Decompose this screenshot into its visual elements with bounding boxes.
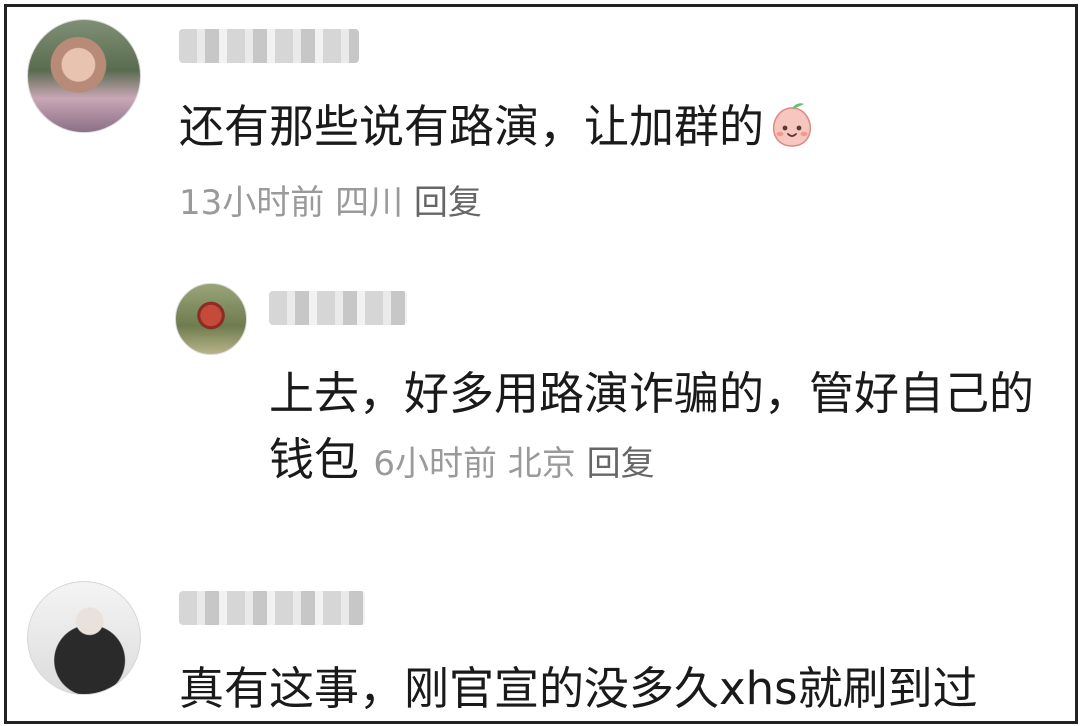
comment-time: 6小时前	[373, 444, 497, 484]
blurred-username	[179, 591, 365, 625]
reply-comment-text: 上去，好多用路演诈骗的，管好自己的钱包 6小时前 北京 回复	[269, 361, 1069, 497]
blurred-username	[269, 291, 407, 325]
comment-text-content: 还有那些说有路演，让加群的	[179, 100, 765, 153]
avatar[interactable]	[27, 581, 141, 695]
comment-screenshot-frame: 还有那些说有路演，让加群的 13小时前 四川 回复 上去，好多用路演诈骗的，管好…	[4, 4, 1078, 724]
comment-meta: 13小时前 四川 回复	[179, 183, 482, 223]
peach-smile-emoji-icon	[772, 103, 812, 147]
comment-location: 四川	[335, 183, 404, 223]
reply-button[interactable]: 回复	[414, 183, 482, 223]
comment-text: 还有那些说有路演，让加群的	[179, 97, 816, 157]
avatar[interactable]	[27, 19, 141, 133]
comment-location: 北京	[507, 444, 576, 484]
avatar[interactable]	[175, 283, 247, 355]
blurred-username	[179, 29, 359, 63]
comment-text-content: 真有这事，刚官宣的没多久xhs就刷到过	[179, 662, 978, 715]
reply-button[interactable]: 回复	[587, 444, 655, 484]
comment-time: 13小时前	[179, 183, 325, 223]
comment-meta: 6小时前 北京 回复	[373, 444, 654, 484]
comment-text: 真有这事，刚官宣的没多久xhs就刷到过	[179, 659, 978, 719]
